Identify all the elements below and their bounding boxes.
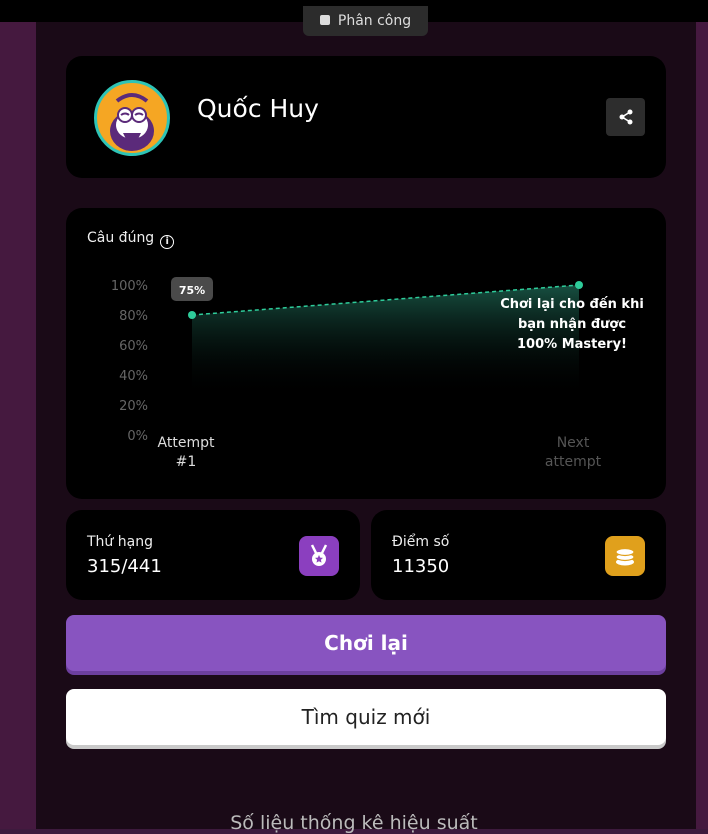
data-point bbox=[188, 311, 196, 319]
assignment-icon bbox=[319, 15, 330, 25]
play-again-button[interactable]: Chơi lại bbox=[66, 615, 666, 671]
player-name: Quốc Huy bbox=[197, 94, 319, 123]
current-score-label: 75% bbox=[179, 284, 205, 297]
accuracy-chart: 100% 80% 60% 40% 20% 0% 75% Attempt #1 Next attemp… bbox=[111, 277, 644, 470]
assignment-label: Phân công bbox=[337, 13, 412, 29]
share-button[interactable] bbox=[606, 98, 645, 136]
assignment-tag: Phân công bbox=[303, 6, 428, 36]
performance-stats-heading: Số liệu thống kê hiệu suất bbox=[230, 812, 478, 834]
accuracy-chart-card: Câu đúng i 100% 80% 60% 40% 20% 0% 75% Attempt #1… bbox=[66, 208, 666, 499]
x-label-attempt: Attempt #1 bbox=[158, 435, 215, 470]
y-tick-label: 60% bbox=[119, 339, 148, 354]
y-tick-label: 0% bbox=[127, 429, 148, 444]
rank-card: Thứ hạng 315/441 bbox=[66, 510, 360, 600]
x-label-next: Next attempt bbox=[545, 435, 602, 470]
profile-card: Quốc Huy bbox=[66, 56, 666, 178]
right-backdrop bbox=[696, 22, 708, 829]
y-tick-label: 100% bbox=[111, 279, 148, 294]
y-tick-label: 20% bbox=[119, 399, 148, 414]
left-backdrop bbox=[0, 22, 36, 829]
y-tick-label: 80% bbox=[119, 309, 148, 324]
rank-value: 315/441 bbox=[87, 556, 162, 577]
medal-icon bbox=[299, 536, 339, 576]
score-label: Điểm số bbox=[392, 534, 450, 550]
mastery-annotation: Chơi lại cho đến khi bạn nhận được 100% Ma… bbox=[500, 297, 644, 352]
score-card: Điểm số 11350 bbox=[371, 510, 666, 600]
rank-label: Thứ hạng bbox=[87, 534, 153, 550]
share-icon bbox=[619, 109, 632, 125]
data-point bbox=[575, 281, 583, 289]
avatar bbox=[94, 80, 170, 156]
coins-icon bbox=[605, 536, 645, 576]
score-value: 11350 bbox=[392, 556, 450, 577]
find-new-quiz-button[interactable]: Tìm quiz mới bbox=[66, 689, 666, 745]
y-tick-label: 40% bbox=[119, 369, 148, 384]
